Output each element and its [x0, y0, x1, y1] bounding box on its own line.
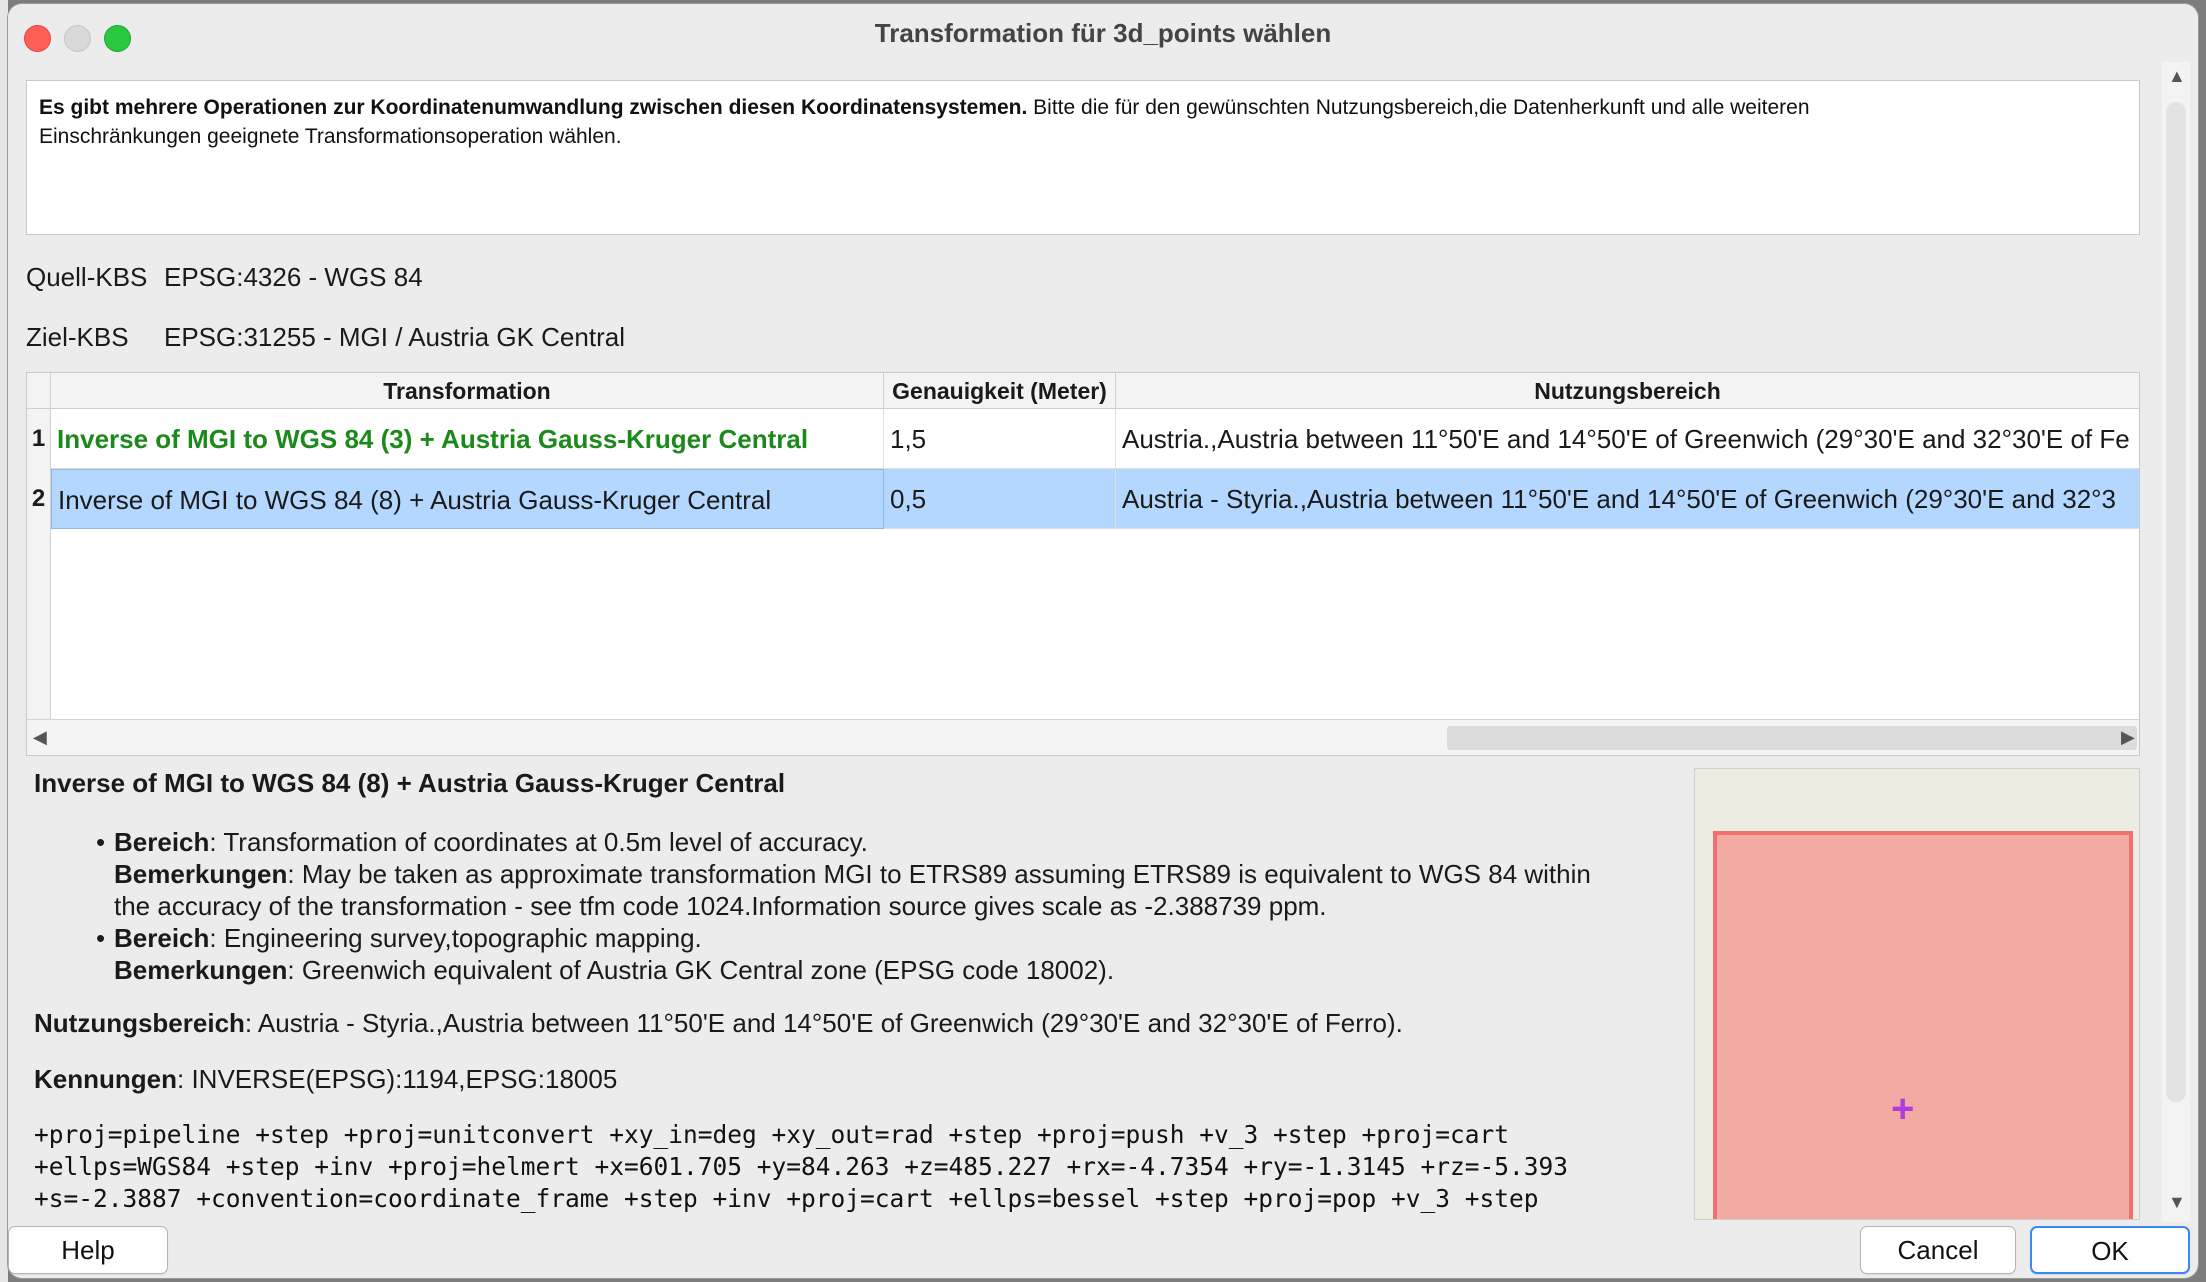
source-crs-label: Quell-KBS — [26, 262, 148, 292]
bemerkungen-label: Bemerkungen — [114, 859, 288, 889]
proj-string-line: +s=-2.3887 +convention=coordinate_frame … — [34, 1184, 1539, 1213]
center-marker-icon: + — [1891, 1087, 1915, 1131]
scroll-left-icon[interactable]: ◀ — [33, 727, 47, 748]
nutzungsbereich-text: : Austria - Styria.,Austria between 11°5… — [244, 1008, 1403, 1038]
target-crs-value: EPSG:31255 - MGI / Austria GK Central — [164, 322, 625, 352]
horizontal-scrollbar[interactable]: ◀ ▶ — [27, 719, 2139, 755]
header-transformation[interactable]: Transformation — [51, 373, 884, 409]
info-second-line: Einschränkungen geeignete Transformation… — [39, 125, 622, 148]
cell-accuracy[interactable]: 1,5 — [884, 409, 1116, 469]
vertical-scrollbar-thumb[interactable] — [2166, 102, 2186, 1102]
proj-string-line: +ellps=WGS84 +step +inv +proj=helmert +x… — [34, 1152, 1569, 1181]
bemerkungen-text-cont: the accuracy of the transformation - see… — [114, 891, 1327, 921]
area-of-use-rectangle: + — [1713, 831, 2133, 1219]
details-heading-wrap: Inverse of MGI to WGS 84 (8) + Austria G… — [34, 768, 1674, 799]
header-area[interactable]: Nutzungsbereich — [1116, 373, 2139, 409]
transformations-table: Transformation Genauigkeit (Meter) Nutzu… — [26, 372, 2140, 756]
list-item-remark-cont: the accuracy of the transformation - see… — [114, 890, 1694, 922]
bullet-icon: • — [96, 827, 106, 857]
bereich-text: : Transformation of coordinates at 0.5m … — [209, 827, 868, 857]
header-accuracy[interactable]: Genauigkeit (Meter) — [884, 373, 1116, 409]
proj-string-line: +proj=pipeline +step +proj=unitconvert +… — [34, 1120, 1510, 1149]
cancel-button[interactable]: Cancel — [1860, 1226, 2016, 1274]
kennungen-line: Kennungen: INVERSE(EPSG):1194,EPSG:18005 — [34, 1064, 617, 1095]
nutzungsbereich-line: Nutzungsbereich: Austria - Styria.,Austr… — [34, 1008, 1403, 1039]
title-bar: Transformation für 3d_points wählen — [8, 4, 2198, 62]
scroll-up-icon[interactable]: ▲ — [2168, 66, 2186, 87]
target-crs-label: Ziel-KBS — [26, 322, 129, 352]
bereich-label: Bereich — [114, 827, 210, 857]
scrollbar-thumb[interactable] — [1447, 726, 2137, 750]
background-window — [0, 0, 8, 1282]
scroll-down-icon[interactable]: ▼ — [2168, 1192, 2186, 1213]
list-item-remark: Bemerkungen: May be taken as approximate… — [114, 858, 1694, 890]
vertical-scrollbar[interactable]: ▲ ▼ — [2162, 62, 2190, 1222]
cell-transformation[interactable]: Inverse of MGI to WGS 84 (8) + Austria G… — [51, 469, 884, 529]
list-item: • Bereich: Transformation of coordinates… — [96, 826, 1694, 858]
details-bullet-list: • Bereich: Transformation of coordinates… — [96, 826, 1694, 986]
info-bold-text: Es gibt mehrere Operationen zur Koordina… — [39, 96, 1028, 119]
cell-area[interactable]: Austria.,Austria between 11°50'E and 14°… — [1116, 409, 2139, 469]
scroll-right-icon[interactable]: ▶ — [2121, 727, 2135, 748]
bullet-icon: • — [96, 923, 106, 953]
details-heading: Inverse of MGI to WGS 84 (8) + Austria G… — [34, 768, 786, 798]
ok-button[interactable]: OK — [2030, 1226, 2190, 1274]
nutzungsbereich-label: Nutzungsbereich — [34, 1008, 245, 1038]
window-title: Transformation für 3d_points wählen — [874, 18, 1332, 48]
area-map: + — [1694, 768, 2140, 1220]
kennungen-label: Kennungen — [34, 1064, 177, 1094]
bemerkungen-text: : Greenwich equivalent of Austria GK Cen… — [287, 955, 1115, 985]
info-normal-text: Bitte die für den gewünschten Nutzungsbe… — [1027, 96, 1810, 119]
corner-header — [27, 373, 51, 409]
row-number[interactable]: 2 — [27, 469, 51, 529]
cell-accuracy[interactable]: 0,5 — [884, 469, 1116, 529]
row-number[interactable]: 1 — [27, 409, 51, 469]
info-text-box: Es gibt mehrere Operationen zur Koordina… — [26, 80, 2140, 235]
bemerkungen-label: Bemerkungen — [114, 955, 288, 985]
kennungen-text: : INVERSE(EPSG):1194,EPSG:18005 — [177, 1064, 618, 1094]
bereich-text: : Engineering survey,topographic mapping… — [209, 923, 702, 953]
cell-transformation[interactable]: Inverse of MGI to WGS 84 (3) + Austria G… — [51, 409, 884, 469]
list-item: • Bereich: Engineering survey,topographi… — [96, 922, 1694, 954]
bereich-label: Bereich — [114, 923, 210, 953]
bemerkungen-text: : May be taken as approximate transforma… — [287, 859, 1591, 889]
list-item-remark: Bemerkungen: Greenwich equivalent of Aus… — [114, 954, 1694, 986]
cell-area[interactable]: Austria - Styria.,Austria between 11°50'… — [1116, 469, 2139, 529]
help-button[interactable]: Help — [8, 1226, 168, 1274]
transformation-dialog: Transformation für 3d_points wählen Es g… — [8, 4, 2198, 1278]
source-crs-value: EPSG:4326 - WGS 84 — [164, 262, 423, 292]
